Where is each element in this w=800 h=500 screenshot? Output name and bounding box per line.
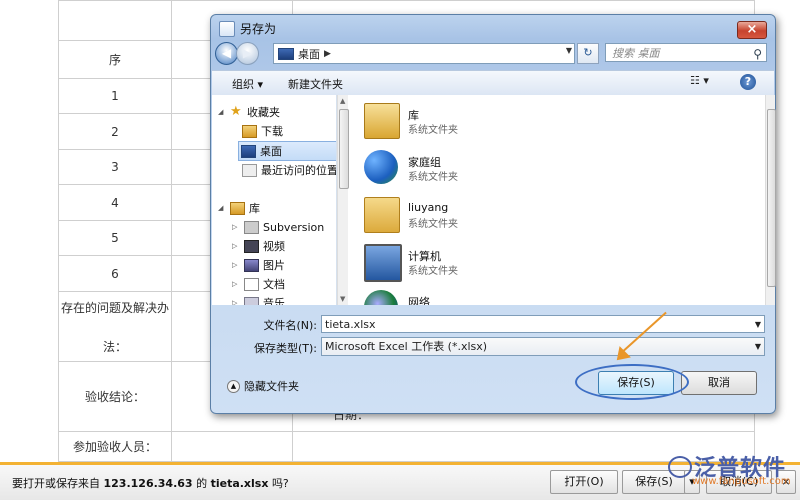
back-button[interactable]: ◀ (215, 42, 238, 65)
sidebar-item-videos[interactable]: ▷ 视频 (232, 237, 285, 255)
dialog-toolbar: 组织 ▾ 新建文件夹 ☷ ▾ ? (212, 70, 774, 96)
file-item-computer[interactable]: 计算机 系统文件夹 (364, 242, 664, 286)
sidebar-item-downloads[interactable]: 下载 (242, 122, 283, 140)
row-num: 6 (58, 255, 172, 292)
refresh-button[interactable]: ↻ (577, 43, 599, 64)
browser-area: ◢ ★ 收藏夹 下载 桌面 最近访问的位置 ◢ 库 ▷ Subversion ▷ 视频 ▷… (212, 95, 776, 305)
sidebar-item-desktop[interactable]: 桌面 (238, 141, 336, 161)
file-item-homegroup[interactable]: 家庭组 系统文件夹 (364, 148, 664, 192)
collapse-triangle-icon[interactable]: ▷ (232, 242, 240, 250)
user-folder-icon (364, 197, 400, 233)
refresh-icon: ↻ (583, 46, 593, 59)
back-arrow-icon: ◀ (221, 46, 232, 60)
forward-button[interactable]: ▶ (236, 42, 259, 65)
search-placeholder: 搜索 桌面 (612, 47, 660, 60)
network-icon (364, 290, 398, 305)
recent-places-icon (242, 163, 257, 177)
file-item-libraries[interactable]: 库 系统文件夹 (364, 101, 664, 145)
download-message: 要打开或保存来自 123.126.34.63 的 tieta.xlsx 吗? (12, 477, 289, 490)
scroll-up-icon[interactable]: ▲ (340, 97, 345, 105)
chevron-up-icon: ▲ (227, 379, 240, 393)
filetype-label: 保存类型(T): (253, 342, 317, 355)
filename-label: 文件名(N): (263, 319, 317, 332)
star-icon: ★ (230, 103, 242, 119)
dialog-titlebar: 另存为 (219, 20, 276, 37)
problems-label: 存在的问题及解决办 法： (58, 291, 172, 362)
video-icon (244, 239, 259, 253)
desktop-icon (241, 144, 256, 158)
chevron-down-icon[interactable]: ▼ (755, 316, 761, 333)
expand-triangle-icon[interactable]: ◢ (218, 204, 226, 212)
open-button[interactable]: 打开(O) (550, 470, 618, 494)
row-num: 5 (58, 220, 172, 256)
homegroup-icon (364, 150, 398, 184)
scroll-down-icon[interactable]: ▼ (340, 295, 345, 303)
participants-label: 参加验收人员： (58, 431, 172, 462)
row-num: 1 (58, 78, 172, 114)
brand-watermark: 泛普软件 www.fanpusoft.com (662, 450, 798, 488)
navigation-bar: ◀ ▶ 桌面 ▶ ▼ ↻ 搜索 桌面 ⚲ (215, 42, 771, 65)
close-icon: × (746, 22, 758, 37)
collapse-triangle-icon[interactable]: ▷ (232, 261, 240, 269)
new-folder-button[interactable]: 新建文件夹 (288, 76, 343, 92)
subversion-icon (244, 220, 259, 234)
seq-header: 序 (58, 40, 172, 79)
collapse-triangle-icon[interactable]: ▷ (232, 299, 240, 305)
chevron-down-icon[interactable]: ▼ (566, 46, 572, 55)
sidebar-item-music[interactable]: ▷ 音乐 (232, 294, 285, 305)
conclusion-label: 验收结论： (58, 361, 172, 432)
computer-icon (364, 244, 402, 282)
file-list-scrollbar[interactable] (765, 95, 776, 305)
collapse-triangle-icon[interactable]: ▷ (232, 280, 240, 288)
organize-menu[interactable]: 组织 ▾ (232, 76, 263, 92)
file-item-network[interactable]: 网络 系统文件夹 (364, 288, 664, 305)
music-icon (244, 296, 259, 305)
forward-arrow-icon: ▶ (242, 46, 253, 60)
dialog-title: 另存为 (240, 22, 277, 36)
save-as-window-icon (219, 20, 235, 37)
scrollbar-thumb[interactable] (767, 109, 776, 287)
address-bar[interactable]: 桌面 ▶ ▼ (273, 43, 575, 64)
library-icon (230, 201, 245, 215)
file-item-user-folder[interactable]: liuyang 系统文件夹 (364, 195, 664, 239)
downloads-icon (242, 124, 257, 138)
cancel-button[interactable]: 取消 (681, 371, 757, 395)
row-num: 4 (58, 184, 172, 221)
sidebar-item-documents[interactable]: ▷ 文档 (232, 275, 285, 293)
close-button[interactable]: × (737, 21, 767, 39)
view-options-icon[interactable]: ☷ ▾ (690, 74, 709, 87)
expand-triangle-icon[interactable]: ◢ (218, 108, 226, 116)
collapse-triangle-icon[interactable]: ▷ (232, 223, 240, 231)
documents-icon (244, 277, 259, 291)
navigation-pane-scrollbar[interactable]: ▲ ▼ (337, 95, 349, 305)
address-text: 桌面 (298, 47, 320, 61)
filename-input[interactable]: tieta.xlsx ▼ (321, 315, 765, 333)
row-num: 2 (58, 113, 172, 150)
brand-logo-icon (668, 456, 692, 478)
sidebar-item-pictures[interactable]: ▷ 图片 (232, 256, 285, 274)
sidebar-item-subversion[interactable]: ▷ Subversion (232, 218, 324, 236)
search-input[interactable]: 搜索 桌面 ⚲ (605, 43, 767, 62)
download-filename: tieta.xlsx (210, 477, 269, 490)
hide-folders-toggle[interactable]: ▲ 隐藏文件夹 (227, 378, 299, 394)
file-list: 库 系统文件夹 家庭组 系统文件夹 liuyang 系统文件夹 计算机 系统文件… (350, 95, 766, 305)
library-icon (364, 103, 400, 139)
row-num: 3 (58, 149, 172, 185)
breadcrumb-arrow-icon[interactable]: ▶ (324, 49, 331, 59)
help-icon[interactable]: ? (740, 74, 756, 90)
desktop-icon (278, 47, 294, 60)
highlight-oval (575, 364, 689, 400)
save-as-dialog: 另存为 × ◀ ▶ 桌面 ▶ ▼ ↻ 搜索 桌面 ⚲ 组织 ▾ 新建文件夹 ☷ … (210, 14, 776, 414)
search-icon[interactable]: ⚲ (753, 45, 762, 64)
sidebar-item-favorites[interactable]: ◢ ★ 收藏夹 (218, 103, 280, 121)
navigation-pane: ◢ ★ 收藏夹 下载 桌面 最近访问的位置 ◢ 库 ▷ Subversion ▷ 视频 ▷… (212, 95, 337, 305)
scrollbar-thumb[interactable] (339, 109, 349, 189)
filetype-select[interactable]: Microsoft Excel 工作表 (*.xlsx) ▼ (321, 337, 765, 356)
pictures-icon (244, 258, 259, 272)
sidebar-item-libraries[interactable]: ◢ 库 (218, 199, 260, 217)
watermark-url: www.fanpusoft.com (692, 476, 791, 487)
sidebar-item-recent-places[interactable]: 最近访问的位置 (242, 161, 336, 179)
chevron-down-icon[interactable]: ▼ (755, 338, 761, 355)
download-host: 123.126.34.63 (103, 477, 193, 490)
